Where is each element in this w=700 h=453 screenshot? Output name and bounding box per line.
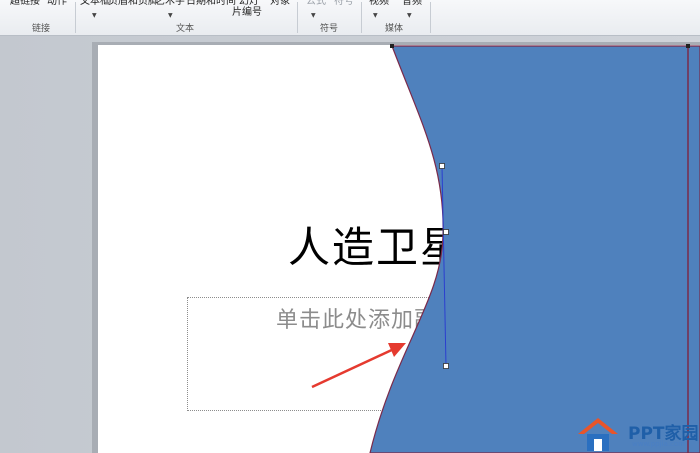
corner-vertex-top-right[interactable] bbox=[686, 44, 690, 48]
corner-vertex-top-left[interactable] bbox=[390, 44, 394, 48]
annotation-arrow-line bbox=[311, 346, 397, 389]
shape-overlay bbox=[311, 44, 700, 453]
bezier-handle-top[interactable] bbox=[439, 163, 445, 169]
wave-shape[interactable] bbox=[369, 45, 700, 453]
bezier-handle-bottom[interactable] bbox=[443, 363, 449, 369]
edit-point-handle[interactable] bbox=[443, 229, 449, 235]
watermark-url: www.ppjia.com bbox=[632, 440, 685, 448]
